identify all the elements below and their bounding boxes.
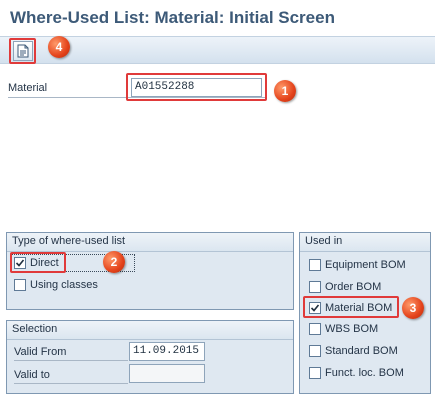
valid-from-input[interactable]: 11.09.2015	[129, 342, 205, 361]
step-badge-3: 3	[402, 297, 424, 319]
step-badge-2: 2	[103, 251, 125, 273]
type-group-title: Type of where-used list	[7, 233, 293, 252]
valid-to-underline	[14, 383, 128, 384]
equipment-bom-label[interactable]: Equipment BOM	[325, 259, 406, 271]
valid-from-label: Valid From	[14, 346, 67, 358]
valid-to-label: Valid to	[14, 369, 50, 381]
standard-bom-checkbox[interactable]	[309, 345, 321, 357]
material-bom-highlight	[303, 296, 399, 318]
using-classes-label[interactable]: Using classes	[30, 279, 98, 291]
step-badge-4: 4	[48, 36, 70, 58]
funct-loc-bom-label[interactable]: Funct. loc. BOM	[325, 367, 404, 379]
material-input-highlight	[126, 73, 267, 101]
execute-button-highlight	[9, 38, 36, 64]
used-in-group-title: Used in	[300, 233, 430, 252]
wbs-bom-label[interactable]: WBS BOM	[325, 323, 378, 335]
selection-group-title: Selection	[7, 321, 293, 340]
valid-from-underline	[14, 360, 128, 361]
material-label: Material	[8, 82, 48, 94]
page-title: Where-Used List: Material: Initial Scree…	[10, 8, 335, 27]
using-classes-checkbox[interactable]	[14, 279, 26, 291]
direct-highlight	[10, 252, 66, 273]
equipment-bom-checkbox[interactable]	[309, 259, 321, 271]
standard-bom-label[interactable]: Standard BOM	[325, 345, 398, 357]
step-badge-1: 1	[274, 80, 296, 102]
order-bom-label[interactable]: Order BOM	[325, 281, 381, 293]
order-bom-checkbox[interactable]	[309, 281, 321, 293]
funct-loc-bom-checkbox[interactable]	[309, 367, 321, 379]
valid-to-input[interactable]	[129, 364, 205, 383]
wbs-bom-checkbox[interactable]	[309, 323, 321, 335]
